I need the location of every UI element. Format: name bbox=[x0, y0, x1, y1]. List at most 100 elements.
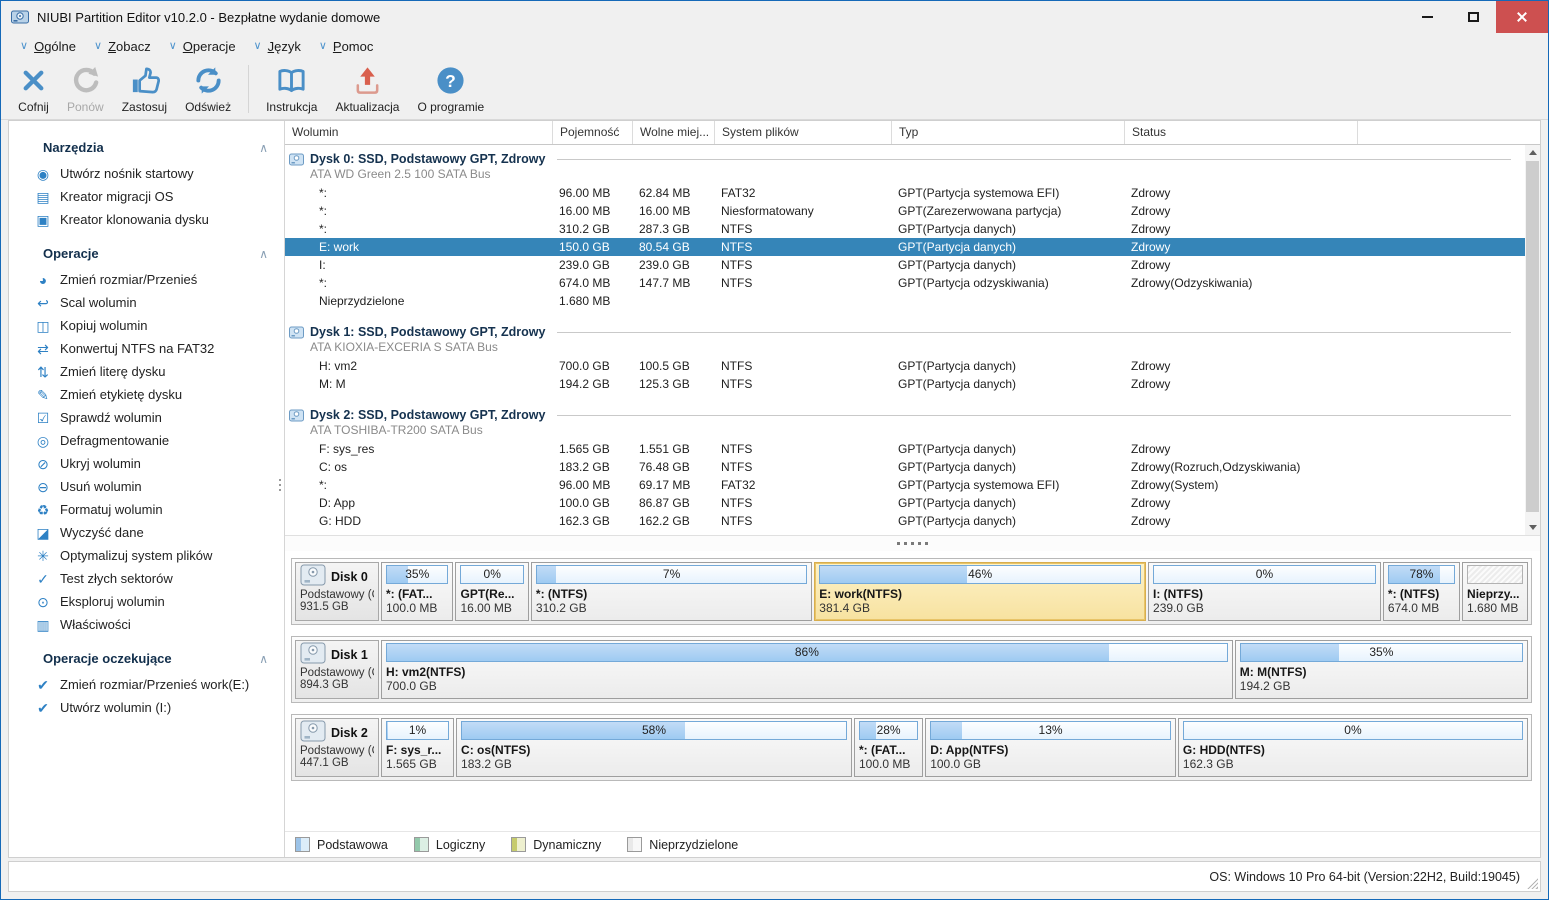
disk-group-header[interactable]: Dysk 0: SSD, Podstawowy GPT, ZdrowyATA W… bbox=[285, 145, 1525, 184]
sidebar-splitter-handle[interactable] bbox=[279, 479, 281, 491]
sidebar-item-zmień-literę-dysku[interactable]: ⇅Zmień literę dysku bbox=[9, 360, 284, 383]
table-row[interactable]: H: vm2700.0 GB100.5 GBNTFSGPT(Partycja d… bbox=[285, 357, 1525, 375]
menu-item-zobacz[interactable]: ∨Zobacz bbox=[85, 36, 160, 57]
sidebar-item-właściwości[interactable]: ▥Właściwości bbox=[9, 613, 284, 636]
table-row[interactable]: F: sys_res1.565 GB1.551 GBNTFSGPT(Partyc… bbox=[285, 440, 1525, 458]
partition-block-d-app-ntfs[interactable]: 13%D: App(NTFS)100.0 GB bbox=[925, 718, 1176, 777]
table-row[interactable]: *:674.0 MB147.7 MBNTFSGPT(Partycja odzys… bbox=[285, 274, 1525, 292]
sidebar-item-label: Utwórz wolumin (I:) bbox=[60, 700, 171, 715]
cell-fill bbox=[1357, 494, 1525, 512]
sidebar-item-usuń-wolumin[interactable]: ⊖Usuń wolumin bbox=[9, 475, 284, 498]
sidebar-item-optymalizuj-system-plików[interactable]: ✳Optymalizuj system plików bbox=[9, 544, 284, 567]
sidebar-section-header-operacje-oczekujące[interactable]: Operacje oczekujące∧ bbox=[9, 644, 284, 673]
table-row[interactable]: E: work150.0 GB80.54 GBNTFSGPT(Partycja … bbox=[285, 238, 1525, 256]
sidebar-item-defragmentowanie[interactable]: ◎Defragmentowanie bbox=[9, 429, 284, 452]
sidebar-item-wyczyść-dane[interactable]: ◪Wyczyść dane bbox=[9, 521, 284, 544]
table-row[interactable]: D: App100.0 GB86.87 GBNTFSGPT(Partycja d… bbox=[285, 494, 1525, 512]
table-row[interactable]: *:310.2 GB287.3 GBNTFSGPT(Partycja danyc… bbox=[285, 220, 1525, 238]
scroll-up-arrow[interactable] bbox=[1525, 145, 1540, 160]
sidebar-item-utwórz-nośnik-startowy[interactable]: ◉Utwórz nośnik startowy bbox=[9, 162, 284, 185]
sidebar-item-kreator-klonowania-dysku[interactable]: ▣Kreator klonowania dysku bbox=[9, 208, 284, 231]
table-row[interactable]: M: M194.2 GB125.3 GBNTFSGPT(Partycja dan… bbox=[285, 375, 1525, 393]
scrollbar-thumb[interactable] bbox=[1526, 161, 1539, 512]
partition-block-gpt-re[interactable]: 0%GPT(Re...16.00 MB bbox=[455, 562, 528, 621]
partition-block-g-hdd-ntfs[interactable]: 0%G: HDD(NTFS)162.3 GB bbox=[1178, 718, 1528, 777]
partition-block-e-work-ntfs[interactable]: 46%E: work(NTFS)381.4 GB bbox=[814, 562, 1146, 621]
partition-block-c-os-ntfs[interactable]: 58%C: os(NTFS)183.2 GB bbox=[456, 718, 852, 777]
scroll-down-arrow[interactable] bbox=[1525, 520, 1540, 535]
sidebar-item-zmień-etykietę-dysku[interactable]: ✎Zmień etykietę dysku bbox=[9, 383, 284, 406]
close-button[interactable] bbox=[1496, 1, 1548, 33]
sidebar-item-sprawdź-wolumin[interactable]: ☑Sprawdź wolumin bbox=[9, 406, 284, 429]
cell-cap: 150.0 GB bbox=[552, 238, 632, 256]
partition-block-ntfs[interactable]: 78%*: (NTFS)674.0 MB bbox=[1383, 562, 1460, 621]
sidebar-section-header-operacje[interactable]: Operacje∧ bbox=[9, 239, 284, 268]
menu-item-operacje[interactable]: ∨Operacje bbox=[160, 36, 245, 57]
column-header-typ[interactable]: Typ bbox=[891, 121, 1124, 144]
menu-item-pomoc[interactable]: ∨Pomoc bbox=[310, 36, 383, 57]
cell-status: Zdrowy bbox=[1124, 220, 1357, 238]
sidebar-item-scal-wolumin[interactable]: ↩Scal wolumin bbox=[9, 291, 284, 314]
sidebar-item-konwertuj-ntfs-na-fat32[interactable]: ⇄Konwertuj NTFS na FAT32 bbox=[9, 337, 284, 360]
table-row[interactable]: C: os183.2 GB76.48 GBNTFSGPT(Partycja da… bbox=[285, 458, 1525, 476]
sidebar-item-formatuj-wolumin[interactable]: ♻Formatuj wolumin bbox=[9, 498, 284, 521]
sidebar-item-test-złych-sektorów[interactable]: ✓Test złych sektorów bbox=[9, 567, 284, 590]
disk-map-label-disk-2[interactable]: Disk 2Podstawowy (GPT)447.1 GB bbox=[295, 718, 379, 777]
sidebar-item-eksploruj-wolumin[interactable]: ⊙Eksploruj wolumin bbox=[9, 590, 284, 613]
partition-block-ntfs[interactable]: 7%*: (NTFS)310.2 GB bbox=[531, 562, 812, 621]
chevron-up-icon[interactable]: ∧ bbox=[259, 141, 268, 155]
about-button[interactable]: ?O programie bbox=[408, 62, 493, 116]
table-row[interactable]: *:96.00 MB69.17 MBFAT32GPT(Partycja syst… bbox=[285, 476, 1525, 494]
partition-block-fat[interactable]: 28%*: (FAT...100.0 MB bbox=[854, 718, 923, 777]
table-row[interactable]: I:239.0 GB239.0 GBNTFSGPT(Partycja danyc… bbox=[285, 256, 1525, 274]
sidebar-item-kopiuj-wolumin[interactable]: ◫Kopiuj wolumin bbox=[9, 314, 284, 337]
manual-button[interactable]: Instrukcja bbox=[257, 62, 326, 116]
partition-block-nieprzy[interactable]: Nieprzy...1.680 MB bbox=[1462, 562, 1528, 621]
apply-button[interactable]: Zastosuj bbox=[113, 62, 176, 116]
cell-fs: NTFS bbox=[714, 512, 891, 530]
menu-item-język[interactable]: ∨Język bbox=[245, 36, 310, 57]
column-header-status[interactable]: Status bbox=[1124, 121, 1357, 144]
sidebar-item-ukryj-wolumin[interactable]: ⊘Ukryj wolumin bbox=[9, 452, 284, 475]
sidebar-item-zmień-rozmiar-przenieś[interactable]: ◕Zmień rozmiar/Przenieś bbox=[9, 268, 284, 291]
chevron-up-icon[interactable]: ∧ bbox=[259, 247, 268, 261]
table-row[interactable]: *:96.00 MB62.84 MBFAT32GPT(Partycja syst… bbox=[285, 184, 1525, 202]
os-info-text: OS: Windows 10 Pro 64-bit (Version:22H2,… bbox=[1209, 870, 1520, 884]
disk-map-label-disk-0[interactable]: Disk 0Podstawowy (GPT)931.5 GB bbox=[295, 562, 379, 621]
column-header-wolne-miej[interactable]: Wolne miej... bbox=[632, 121, 714, 144]
table-row[interactable]: G: HDD162.3 GB162.2 GBNTFSGPT(Partycja d… bbox=[285, 512, 1525, 530]
disk-group-header[interactable]: Dysk 2: SSD, Podstawowy GPT, ZdrowyATA T… bbox=[285, 401, 1525, 440]
partition-block-m-m-ntfs[interactable]: 35%M: M(NTFS)194.2 GB bbox=[1235, 640, 1528, 699]
partition-block-h-vm2-ntfs[interactable]: 86%H: vm2(NTFS)700.0 GB bbox=[381, 640, 1233, 699]
partition-block-fat[interactable]: 35%*: (FAT...100.0 MB bbox=[381, 562, 453, 621]
disk-map-label-disk-1[interactable]: Disk 1Podstawowy (GPT)894.3 GB bbox=[295, 640, 379, 699]
disk-group-header[interactable]: Dysk 1: SSD, Podstawowy GPT, ZdrowyATA K… bbox=[285, 318, 1525, 357]
column-header-pojemność[interactable]: Pojemność bbox=[552, 121, 632, 144]
partition-block-f-sys-r[interactable]: 1%F: sys_r...1.565 GB bbox=[381, 718, 454, 777]
column-header-wolumin[interactable]: Wolumin bbox=[285, 121, 552, 144]
undo-button[interactable]: Cofnij bbox=[9, 62, 58, 116]
scrollbar-track[interactable] bbox=[1525, 160, 1540, 520]
sidebar-item-zmień-rozmiar-przenieś-work-e[interactable]: ✔Zmień rozmiar/Przenieś work(E:) bbox=[9, 673, 284, 696]
vertical-scrollbar[interactable] bbox=[1525, 145, 1540, 535]
partition-size: 310.2 GB bbox=[536, 601, 807, 615]
partition-block-i-ntfs[interactable]: 0%I: (NTFS)239.0 GB bbox=[1148, 562, 1381, 621]
sidebar-section-header-narzędzia[interactable]: Narzędzia∧ bbox=[9, 133, 284, 162]
disk-type-label: Podstawowy (GPT) bbox=[300, 667, 374, 679]
cell-free: 287.3 GB bbox=[632, 220, 714, 238]
resize-grip-icon[interactable] bbox=[1526, 877, 1538, 889]
refresh-button[interactable]: Odśwież bbox=[176, 62, 240, 116]
table-row[interactable]: Nieprzydzielone1.680 MB bbox=[285, 292, 1525, 310]
properties-icon: ▥ bbox=[34, 618, 52, 632]
maximize-button[interactable] bbox=[1450, 1, 1496, 33]
menu-item-ogólne[interactable]: ∨Ogólne bbox=[11, 36, 85, 57]
sidebar-item-kreator-migracji-os[interactable]: ▤Kreator migracji OS bbox=[9, 185, 284, 208]
sidebar-item-utwórz-wolumin-i[interactable]: ✔Utwórz wolumin (I:) bbox=[9, 696, 284, 719]
partition-label: M: M(NTFS) bbox=[1240, 665, 1523, 679]
horizontal-splitter-handle[interactable] bbox=[285, 535, 1540, 551]
column-header-system-plików[interactable]: System plików bbox=[714, 121, 891, 144]
chevron-up-icon[interactable]: ∧ bbox=[259, 652, 268, 666]
update-button[interactable]: Aktualizacja bbox=[326, 62, 408, 116]
table-row[interactable]: *:16.00 MB16.00 MBNiesformatowanyGPT(Zar… bbox=[285, 202, 1525, 220]
minimize-button[interactable] bbox=[1404, 1, 1450, 33]
